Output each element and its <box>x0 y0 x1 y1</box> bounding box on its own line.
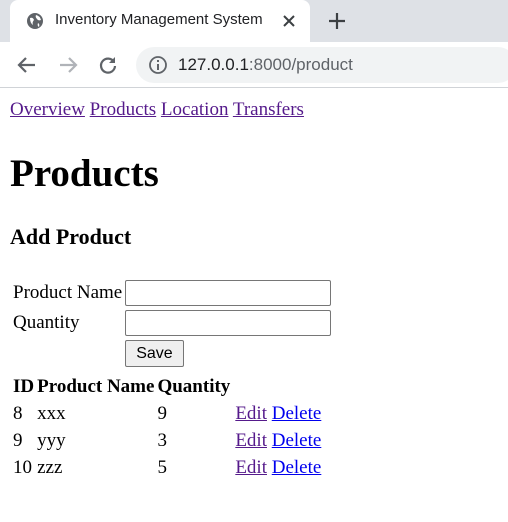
table-header-row: ID Product Name Quantity <box>13 374 321 400</box>
address-bar[interactable]: 127.0.0.1:8000/product <box>136 47 508 83</box>
column-header-product-name: Product Name <box>37 376 155 397</box>
quantity-input[interactable] <box>125 310 332 336</box>
row-id: 9 <box>13 430 23 451</box>
delete-link[interactable]: Delete <box>272 457 322 478</box>
column-header-quantity: Quantity <box>157 376 231 397</box>
row-quantity: 3 <box>157 430 167 451</box>
tab-title: Inventory Management System <box>55 11 263 28</box>
reload-icon[interactable] <box>95 52 121 78</box>
product-name-label: Product Name <box>13 282 123 303</box>
nav-link-transfers[interactable]: Transfers <box>233 99 304 120</box>
browser-toolbar: 127.0.0.1:8000/product <box>0 42 508 88</box>
row-product-name: yyy <box>37 430 66 451</box>
row-quantity: 5 <box>157 457 167 478</box>
nav-link-overview[interactable]: Overview <box>10 99 85 120</box>
info-icon[interactable] <box>148 55 168 75</box>
table-row: 8 xxx 9 Edit Delete <box>13 401 321 427</box>
forward-arrow-icon[interactable] <box>55 52 81 78</box>
edit-link[interactable]: Edit <box>235 403 267 424</box>
product-name-input[interactable] <box>125 280 332 306</box>
nav-link-products[interactable]: Products <box>90 99 157 120</box>
delete-link[interactable]: Delete <box>272 403 322 424</box>
delete-link[interactable]: Delete <box>272 430 322 451</box>
row-product-name: zzz <box>37 457 63 478</box>
row-id: 8 <box>13 403 23 424</box>
table-row: 10 zzz 5 Edit Delete <box>13 455 321 481</box>
nav-link-location[interactable]: Location <box>161 99 229 120</box>
table-row: 9 yyy 3 Edit Delete <box>13 428 321 454</box>
row-quantity: 9 <box>157 403 167 424</box>
save-button[interactable]: Save <box>125 340 184 367</box>
page-title: Products <box>10 152 159 195</box>
quantity-label: Quantity <box>13 312 80 333</box>
column-header-id: ID <box>13 376 35 397</box>
add-product-form: Product Name Quantity Save <box>10 276 334 371</box>
edit-link[interactable]: Edit <box>235 457 267 478</box>
row-product-name: xxx <box>37 403 66 424</box>
back-arrow-icon[interactable] <box>14 52 40 78</box>
globe-icon <box>27 13 43 29</box>
products-table: ID Product Name Quantity 8 xxx 9 Edit De… <box>10 373 324 482</box>
row-id: 10 <box>13 457 32 478</box>
top-navigation: Overview Products Location Transfers <box>10 99 500 121</box>
edit-link[interactable]: Edit <box>235 430 267 451</box>
page-content: Overview Products Location Transfers Pro… <box>10 99 500 478</box>
new-tab-plus-icon[interactable] <box>325 9 349 33</box>
browser-tabstrip: Inventory Management System <box>0 0 508 42</box>
url-text: 127.0.0.1:8000/product <box>178 55 353 74</box>
browser-tab[interactable]: Inventory Management System <box>10 0 310 42</box>
close-tab-icon[interactable] <box>278 10 300 32</box>
form-heading: Add Product <box>10 224 132 249</box>
